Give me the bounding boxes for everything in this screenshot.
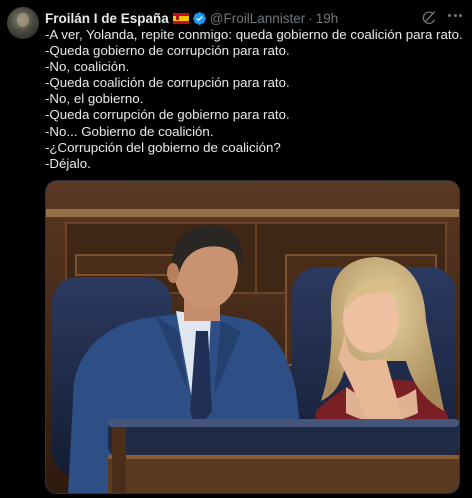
tweet-line: -No, el gobierno.: [45, 91, 144, 107]
avatar[interactable]: [7, 7, 39, 39]
author-name[interactable]: Froilán I de España: [45, 11, 169, 26]
tweet-photo[interactable]: [45, 180, 460, 494]
spain-flag-icon: [172, 12, 189, 24]
tweet-line: -No... Gobierno de coalición.: [45, 123, 214, 139]
tweet-line: -Queda coalición de corrupción para rato…: [45, 75, 290, 91]
tweet-line: -Queda corrupción de gobierno para rato.: [45, 107, 290, 123]
tweet-line: -Déjalo.: [45, 155, 91, 171]
author-handle[interactable]: @FroilLannister: [210, 11, 306, 26]
tweet-text: -A ver, Yolanda, repite conmigo: queda g…: [45, 27, 465, 172]
tweet-line: -Queda gobierno de corrupción para rato.: [45, 43, 290, 59]
tweet: Froilán I de España @FroilLannister · 19…: [0, 0, 472, 498]
tweet-line: -¿Corrupción del gobierno de coalición?: [45, 139, 281, 155]
grok-icon[interactable]: [420, 9, 438, 27]
verified-badge-icon: [192, 11, 206, 25]
tweet-line: -No, coalición.: [45, 59, 130, 75]
more-options-icon[interactable]: [446, 6, 464, 24]
timestamp[interactable]: 19h: [316, 11, 339, 26]
tweet-header: Froilán I de España @FroilLannister · 19…: [45, 9, 338, 27]
tweet-line: -A ver, Yolanda, repite conmigo: queda g…: [45, 27, 463, 42]
separator-dot: ·: [308, 10, 313, 26]
